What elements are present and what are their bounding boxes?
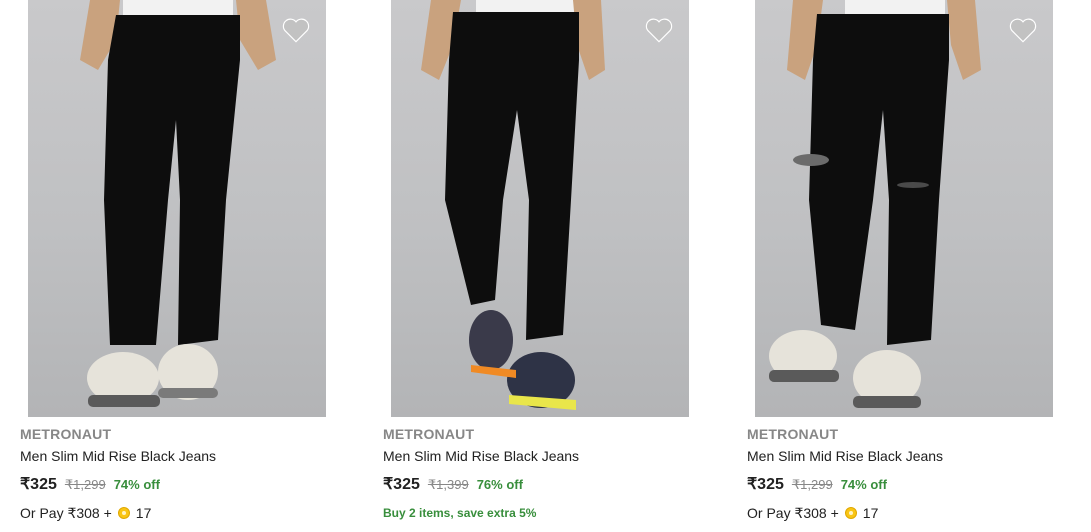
product-mrp: ₹1,299 bbox=[791, 477, 833, 492]
pay-text: Or Pay ₹308 + bbox=[747, 505, 839, 521]
heart-icon bbox=[282, 18, 310, 43]
product-image[interactable] bbox=[391, 0, 689, 417]
product-discount: 74% off bbox=[840, 477, 887, 492]
pay-text: Or Pay ₹308 + bbox=[20, 505, 112, 521]
jeans-photo bbox=[421, 0, 605, 410]
product-brand: METRONAUT bbox=[20, 426, 112, 442]
product-title[interactable]: Men Slim Mid Rise Black Jeans bbox=[383, 446, 703, 466]
product-image[interactable] bbox=[755, 0, 1053, 417]
pay-with-coins-row: Or Pay ₹308 + 17 bbox=[747, 502, 1067, 524]
product-brand: METRONAUT bbox=[383, 426, 475, 442]
product-card[interactable]: METRONAUT Men Slim Mid Rise Black Jeans … bbox=[747, 0, 1055, 521]
product-card[interactable]: METRONAUT Men Slim Mid Rise Black Jeans … bbox=[20, 0, 328, 521]
wishlist-button[interactable] bbox=[643, 14, 675, 46]
coin-count: 17 bbox=[135, 505, 152, 521]
product-discount: 74% off bbox=[113, 477, 160, 492]
product-brand: METRONAUT bbox=[747, 426, 839, 442]
product-image[interactable] bbox=[28, 0, 326, 417]
pay-with-coins-row: Or Pay ₹308 + 17 bbox=[20, 502, 340, 524]
coin-icon bbox=[844, 507, 857, 519]
heart-icon bbox=[645, 18, 673, 43]
product-mrp: ₹1,399 bbox=[427, 477, 469, 492]
product-discount: 76% off bbox=[476, 477, 523, 492]
jeans-photo bbox=[769, 0, 981, 408]
offer-row: Buy 2 items, save extra 5% bbox=[383, 502, 703, 524]
price-row: ₹325 ₹1,299 74% off bbox=[20, 474, 340, 496]
offer-text: Buy 2 items, save extra 5% bbox=[383, 506, 537, 520]
price-row: ₹325 ₹1,299 74% off bbox=[747, 474, 1067, 496]
product-price: ₹325 bbox=[383, 476, 420, 493]
jeans-photo bbox=[80, 0, 276, 407]
product-info: METRONAUT Men Slim Mid Rise Black Jeans … bbox=[383, 424, 703, 524]
product-info: METRONAUT Men Slim Mid Rise Black Jeans … bbox=[20, 424, 340, 524]
product-price: ₹325 bbox=[20, 476, 57, 493]
product-title[interactable]: Men Slim Mid Rise Black Jeans bbox=[20, 446, 340, 466]
product-title[interactable]: Men Slim Mid Rise Black Jeans bbox=[747, 446, 1067, 466]
price-row: ₹325 ₹1,399 76% off bbox=[383, 474, 703, 496]
product-mrp: ₹1,299 bbox=[64, 477, 106, 492]
product-price: ₹325 bbox=[747, 476, 784, 493]
heart-icon bbox=[1009, 18, 1037, 43]
wishlist-button[interactable] bbox=[1007, 14, 1039, 46]
product-card[interactable]: METRONAUT Men Slim Mid Rise Black Jeans … bbox=[383, 0, 691, 520]
coin-count: 17 bbox=[862, 505, 879, 521]
coin-icon bbox=[117, 507, 130, 519]
product-info: METRONAUT Men Slim Mid Rise Black Jeans … bbox=[747, 424, 1067, 524]
wishlist-button[interactable] bbox=[280, 14, 312, 46]
